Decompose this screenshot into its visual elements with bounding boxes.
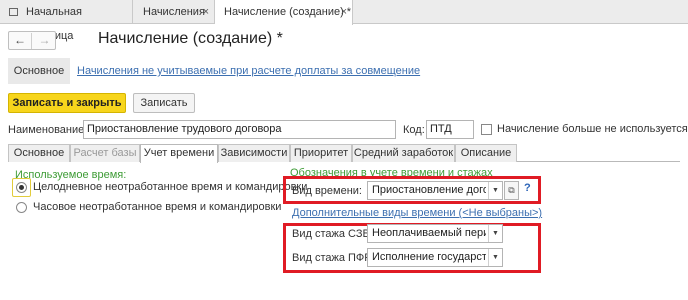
help-icon[interactable]: ? — [524, 182, 531, 194]
not-used-checkbox[interactable] — [481, 124, 492, 135]
radio-dot — [19, 185, 24, 190]
time-kind-value: Приостановление договора — [372, 184, 486, 196]
close-icon[interactable]: × — [203, 0, 209, 24]
tab-priority[interactable]: Приоритет — [290, 144, 352, 162]
code-label: Код: — [403, 124, 425, 136]
window-tab-accrual-create-label: Начисление (создание) * — [224, 6, 352, 18]
used-time-title: Используемое время: — [15, 169, 127, 181]
szv-seniority-label: Вид стажа СЗВ: — [292, 228, 373, 240]
save-button[interactable]: Записать — [133, 93, 195, 113]
page-title: Начисление (создание) * — [98, 30, 283, 47]
back-arrow-icon[interactable]: ← — [9, 33, 32, 49]
window-tab-home[interactable]: Начальная страница — [0, 0, 133, 42]
pfr-seniority-value: Исполнение государственных обязанностей — [372, 251, 486, 263]
home-icon — [9, 8, 18, 16]
window-tab-accruals[interactable]: Начисления × — [133, 0, 215, 24]
time-kind-label: Вид времени: — [292, 185, 362, 197]
forward-arrow-icon[interactable]: → — [33, 33, 56, 49]
code-input[interactable]: ПТД — [426, 120, 474, 139]
nav-arrows: ← → — [8, 31, 56, 50]
tab-average-earnings[interactable]: Средний заработок — [352, 144, 455, 162]
tab-base-calc[interactable]: Расчет базы — [70, 144, 140, 162]
tab-dependencies[interactable]: Зависимости — [218, 144, 290, 162]
pfr-seniority-select[interactable]: Исполнение государственных обязанностей … — [367, 248, 503, 267]
save-and-close-button[interactable]: Записать и закрыть — [8, 93, 126, 113]
name-label: Наименование: — [8, 124, 88, 136]
extra-time-kinds-link[interactable]: Дополнительные виды времени (<Не выбраны… — [292, 207, 542, 219]
form-tab-bar: Основное Расчет базы Учет времени Зависи… — [8, 143, 680, 163]
section-main[interactable]: Основное — [8, 58, 70, 84]
time-kind-select[interactable]: Приостановление договора ▼ — [367, 181, 503, 200]
radio-hourly-label[interactable]: Часовое неотработанное время и командиро… — [33, 201, 281, 213]
tab-description[interactable]: Описание — [455, 144, 517, 162]
radio-hourly[interactable] — [16, 202, 27, 213]
name-input[interactable]: Приостановление трудового договора — [83, 120, 396, 139]
chevron-down-icon[interactable]: ▼ — [488, 225, 502, 242]
section-link-combination[interactable]: Начисления не учитываемые при расчете до… — [77, 58, 420, 84]
szv-seniority-value: Неоплачиваемый период — [372, 227, 486, 239]
pfr-seniority-label: Вид стажа ПФР: — [292, 252, 375, 264]
tab-time-accounting[interactable]: Учет времени — [140, 144, 218, 163]
section-bar: Основное Начисления не учитываемые при р… — [8, 58, 680, 84]
window-tab-accrual-create[interactable]: Начисление (создание) * × — [215, 0, 353, 25]
radio-full-day-label[interactable]: Целодневное неотработанное время и коман… — [33, 181, 307, 193]
window-tab-accruals-label: Начисления — [143, 6, 205, 18]
window-tab-bar: Начальная страница Начисления × Начислен… — [0, 0, 688, 42]
not-used-label: Начисление больше не используется — [497, 123, 688, 135]
close-icon[interactable]: × — [341, 0, 347, 24]
tab-main[interactable]: Основное — [8, 144, 70, 162]
chevron-down-icon[interactable]: ▼ — [488, 182, 502, 199]
radio-full-day[interactable] — [16, 182, 27, 193]
szv-seniority-select[interactable]: Неоплачиваемый период ▼ — [367, 224, 503, 243]
open-link-icon[interactable]: ⧉ — [504, 181, 519, 200]
chevron-down-icon[interactable]: ▼ — [488, 249, 502, 266]
